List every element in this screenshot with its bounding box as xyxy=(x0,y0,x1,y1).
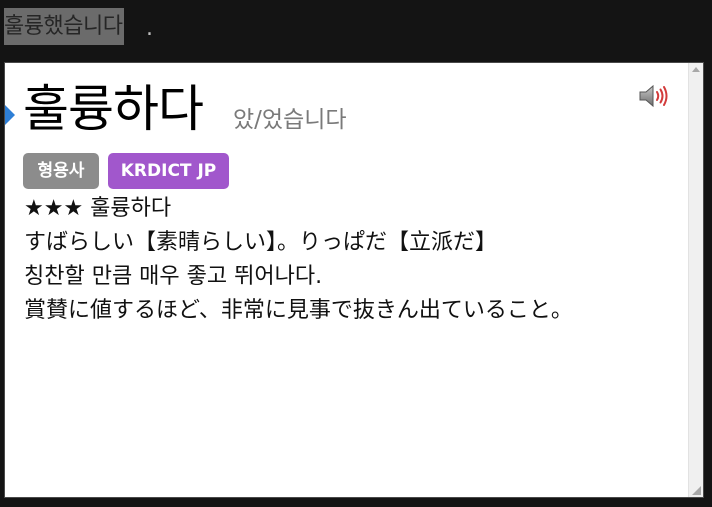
popup-content: 훌륭하다 았/었습니다 형용사 KRDICT JP ★★★ 훌륭하다 すばらしい… xyxy=(5,63,688,497)
japanese-definition: 賞賛に値するほど、非常に見事で抜きん出ていること。 xyxy=(24,298,573,323)
japanese-gloss: すばらしい【素晴らしい】。りっぱだ【立派だ】 xyxy=(24,230,498,255)
speaker-icon[interactable] xyxy=(638,83,670,109)
dictionary-popup: 훌륭하다 았/었습니다 형용사 KRDICT JP ★★★ 훌륭하다 すばらしい… xyxy=(4,62,704,498)
dictionary-source-tag: KRDICT JP xyxy=(108,153,229,189)
korean-definition: 칭찬할 만큼 매우 좋고 뛰어나다. xyxy=(24,264,323,289)
headword: 훌륭하다 xyxy=(23,80,204,138)
resize-grip-icon[interactable] xyxy=(692,486,701,495)
part-of-speech-tag: 형용사 xyxy=(23,153,99,189)
entry-marker-icon xyxy=(5,105,15,125)
source-text-bar: 훌륭했습니다 . xyxy=(0,0,712,60)
scroll-up-arrow-icon[interactable] xyxy=(692,67,700,72)
vertical-scrollbar[interactable] xyxy=(688,63,703,497)
conjugation-ending: 았/었습니다 xyxy=(233,107,347,133)
frequency-stars-line: ★★★ 훌륭하다 xyxy=(24,196,172,221)
selected-text[interactable]: 훌륭했습니다 xyxy=(4,8,125,45)
selected-text-period: . xyxy=(146,16,153,41)
